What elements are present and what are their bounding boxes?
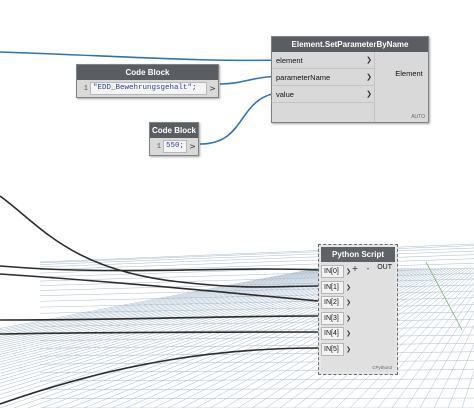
wire-python-in4[interactable] [0,331,319,335]
port-label: IN[0] [321,265,344,279]
grid-line [447,343,474,408]
node-body: IN[0] ❯ IN[1] ❯ IN[2] ❯ IN[3] ❯ IN[4] ❯ … [321,262,395,372]
chevron-right-icon: ❯ [345,314,352,322]
chevron-right-icon: ❯ [345,299,352,307]
python-script-node[interactable]: Python Script IN[0] ❯ IN[1] ❯ IN[2] ❯ IN… [318,244,398,375]
chevron-right-icon: ❯ [366,90,372,98]
node-title[interactable]: Code Block [77,65,218,80]
output-port[interactable]: > [207,84,218,93]
port-label: IN[3] [321,311,344,325]
port-label: IN[4] [321,327,344,341]
input-port-in1[interactable]: IN[1] ❯ [321,280,395,296]
line-number: 1 [83,84,88,93]
port-label: value [276,89,294,99]
port-label: parameterName [276,72,331,82]
output-port-element[interactable]: Element [390,66,428,82]
remove-input-button[interactable]: - [363,264,373,274]
node-title[interactable]: Element.SetParameterByName [272,37,428,52]
code-block-node-string[interactable]: Code Block 1 "EDD_Bewehrungsgehalt"; > [76,64,219,98]
chevron-right-icon: ❯ [366,73,372,81]
input-port-value[interactable]: value ❯ [272,86,374,103]
grid-line [39,250,474,268]
input-port-in3[interactable]: IN[3] ❯ [321,311,395,327]
port-label: IN[2] [321,296,344,310]
grid-line [39,343,474,349]
chevron-right-icon: ❯ [345,330,352,338]
engine-label: CPython3 [372,365,392,370]
grid-line [39,360,474,365]
node-title[interactable]: Code Block [150,123,198,138]
input-port-in2[interactable]: IN[2] ❯ [321,295,395,311]
chevron-right-icon: ❯ [345,283,352,291]
node-body: 1 "EDD_Bewehrungsgehalt"; > [77,80,218,97]
input-port-in4[interactable]: IN[4] ❯ [321,326,395,342]
set-parameter-by-name-node[interactable]: Element.SetParameterByName element ❯ par… [271,36,429,123]
add-input-button[interactable]: + [350,264,360,274]
grid-line [39,245,474,264]
chevron-right-icon: ❯ [366,56,372,64]
port-label: IN[1] [321,280,344,294]
grid-line [391,293,474,408]
output-port-out[interactable]: OUT [377,264,392,271]
input-port-element[interactable]: element ❯ [272,52,374,69]
grid-line [419,311,474,408]
node-body: element ❯ parameterName ❯ value ❯ Elemen… [272,52,428,122]
lacing-indicator[interactable]: AUTO [411,114,425,120]
node-body: 1 550; > [150,138,198,155]
output-port[interactable]: > [187,142,198,151]
chevron-right-icon: ❯ [345,345,352,353]
input-port-in5[interactable]: IN[5] ❯ [321,342,395,358]
port-label: IN[5] [321,342,344,356]
grid-line [39,397,474,400]
grid-line [39,334,474,342]
code-block-node-number[interactable]: Code Block 1 550; > [149,122,199,156]
grid-line [39,243,474,263]
wire-element-input[interactable] [0,51,289,62]
input-port-parameter-name[interactable]: parameterName ❯ [272,69,374,86]
line-number: 1 [156,142,161,151]
node-title[interactable]: Python Script [321,247,395,262]
port-label: element [276,55,303,65]
input-ports: IN[0] ❯ IN[1] ❯ IN[2] ❯ IN[3] ❯ IN[4] ❯ … [321,262,395,357]
code-editor[interactable]: 550; [163,140,187,153]
grid-line [153,267,442,408]
code-editor[interactable]: "EDD_Bewehrungsgehalt"; [90,82,207,95]
